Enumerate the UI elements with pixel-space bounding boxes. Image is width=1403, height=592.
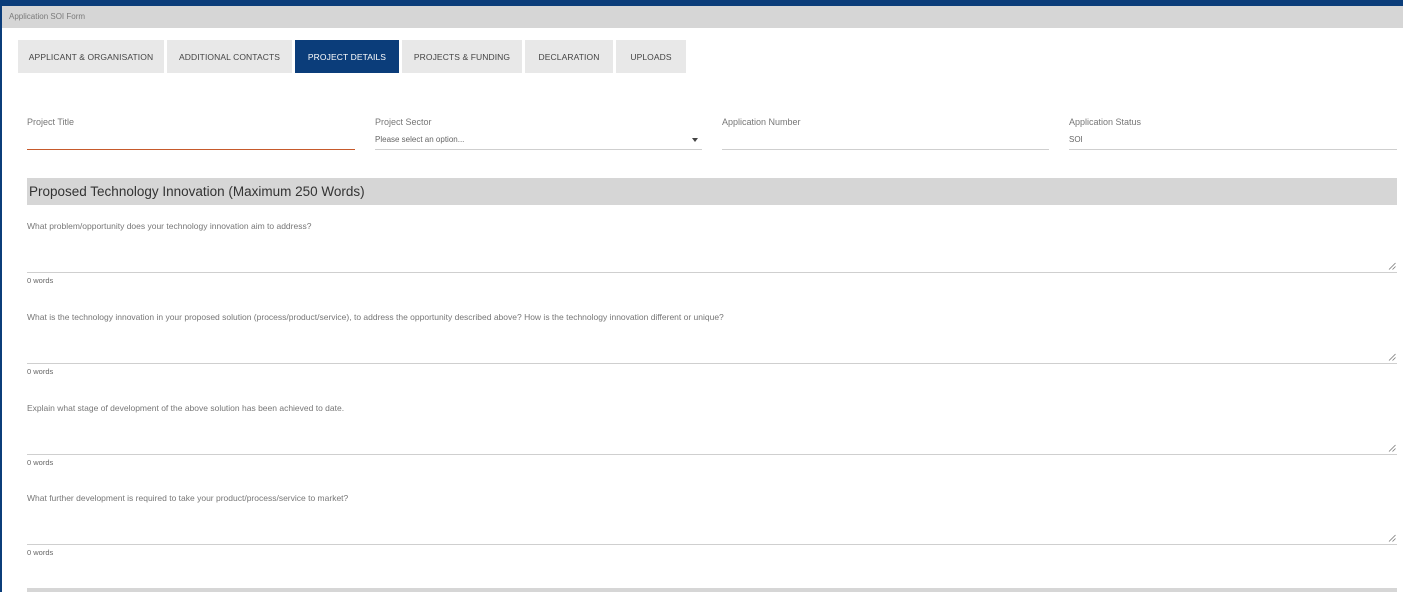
resize-handle-icon[interactable] xyxy=(1388,262,1396,270)
question-innovation: What is the technology innovation in you… xyxy=(27,311,1397,376)
question-problem: What problem/opportunity does your techn… xyxy=(27,220,1397,285)
form-title-bar: Application SOI Form xyxy=(2,6,1403,28)
chevron-down-icon xyxy=(692,138,698,142)
application-status-field: Application Status SOI xyxy=(1069,116,1397,150)
next-section-header xyxy=(27,588,1397,592)
application-status-value: SOI xyxy=(1069,133,1397,150)
project-title-input[interactable] xyxy=(27,133,355,150)
tab-project-details[interactable]: PROJECT DETAILS xyxy=(295,40,399,73)
project-sector-label: Project Sector xyxy=(375,117,432,127)
word-count: 0 words xyxy=(27,367,54,376)
answer-textarea[interactable] xyxy=(27,234,1397,273)
tab-additional-contacts[interactable]: ADDITIONAL CONTACTS xyxy=(167,40,292,73)
project-sector-value: Please select an option... xyxy=(375,135,465,144)
tab-applicant-organisation[interactable]: APPLICANT & ORGANISATION xyxy=(18,40,164,73)
answer-textarea[interactable] xyxy=(27,325,1397,364)
application-number-input[interactable] xyxy=(722,133,1049,150)
question-label: Explain what stage of development of the… xyxy=(27,403,345,413)
tab-projects-funding[interactable]: PROJECTS & FUNDING xyxy=(402,40,522,73)
project-sector-field: Project Sector Please select an option..… xyxy=(375,116,702,150)
form-title: Application SOI Form xyxy=(9,12,86,21)
resize-handle-icon[interactable] xyxy=(1388,353,1396,361)
question-further-development: What further development is required to … xyxy=(27,492,1397,557)
section-header: Proposed Technology Innovation (Maximum … xyxy=(27,178,1397,205)
application-number-field: Application Number xyxy=(722,116,1049,150)
resize-handle-icon[interactable] xyxy=(1388,534,1396,542)
word-count: 0 words xyxy=(27,458,54,467)
tab-uploads[interactable]: UPLOADS xyxy=(616,40,686,73)
project-title-field: Project Title xyxy=(27,116,355,150)
question-label: What further development is required to … xyxy=(27,493,349,503)
application-status-label: Application Status xyxy=(1069,117,1142,127)
word-count: 0 words xyxy=(27,276,54,285)
question-development-stage: Explain what stage of development of the… xyxy=(27,402,1397,467)
tab-declaration[interactable]: DECLARATION xyxy=(525,40,613,73)
project-sector-select[interactable]: Please select an option... xyxy=(375,133,702,150)
question-label: What is the technology innovation in you… xyxy=(27,312,724,322)
section-title: Proposed Technology Innovation (Maximum … xyxy=(29,184,365,199)
application-number-label: Application Number xyxy=(722,117,801,127)
answer-textarea[interactable] xyxy=(27,506,1397,545)
resize-handle-icon[interactable] xyxy=(1388,444,1396,452)
project-title-label: Project Title xyxy=(27,117,75,127)
tab-bar: APPLICANT & ORGANISATION ADDITIONAL CONT… xyxy=(18,40,686,73)
question-label: What problem/opportunity does your techn… xyxy=(27,221,312,231)
word-count: 0 words xyxy=(27,548,54,557)
left-edge-bar xyxy=(0,6,2,592)
answer-textarea[interactable] xyxy=(27,416,1397,455)
